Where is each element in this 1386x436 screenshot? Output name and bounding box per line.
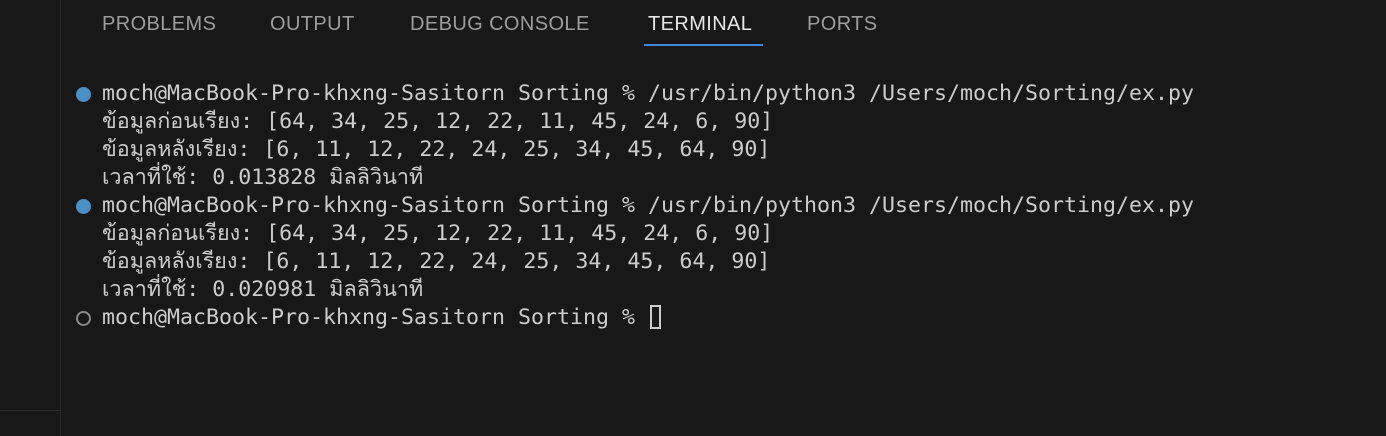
divider — [0, 410, 60, 411]
panel-tab-bar: PROBLEMS OUTPUT DEBUG CONSOLE TERMINAL P… — [61, 0, 1386, 48]
command-success-decoration-icon[interactable] — [76, 199, 91, 214]
command-pending-decoration-icon[interactable] — [76, 311, 91, 326]
prompt-text: moch@MacBook-Pro-khxng-Sasitorn Sorting … — [102, 305, 649, 330]
output-line: ข้อมูลหลังเรียง: [6, 11, 12, 22, 24, 25,… — [102, 137, 771, 162]
tab-problems[interactable]: PROBLEMS — [102, 12, 216, 36]
output-line: ข้อมูลก่อนเรียง: [64, 34, 25, 12, 22, 11… — [102, 109, 774, 134]
current-prompt-line[interactable]: moch@MacBook-Pro-khxng-Sasitorn Sorting … — [102, 304, 662, 332]
active-tab-indicator — [644, 44, 763, 46]
text-cursor — [650, 305, 662, 329]
output-line: ข้อมูลก่อนเรียง: [64, 34, 25, 12, 22, 11… — [102, 221, 774, 246]
command-line: moch@MacBook-Pro-khxng-Sasitorn Sorting … — [102, 81, 1195, 106]
command-success-decoration-icon[interactable] — [76, 87, 91, 102]
command-line: moch@MacBook-Pro-khxng-Sasitorn Sorting … — [102, 193, 1195, 218]
activity-bar-edge — [0, 0, 61, 436]
output-line: ข้อมูลหลังเรียง: [6, 11, 12, 22, 24, 25,… — [102, 249, 771, 274]
tab-output[interactable]: OUTPUT — [270, 12, 355, 36]
tab-debug-console[interactable]: DEBUG CONSOLE — [410, 12, 590, 36]
tab-ports[interactable]: PORTS — [807, 12, 878, 36]
output-line: เวลาที่ใช้: 0.020981 มิลลิวินาที — [102, 277, 424, 302]
tab-terminal[interactable]: TERMINAL — [648, 12, 752, 36]
bottom-panel: PROBLEMS OUTPUT DEBUG CONSOLE TERMINAL P… — [61, 0, 1386, 436]
vscode-panel-region: PROBLEMS OUTPUT DEBUG CONSOLE TERMINAL P… — [0, 0, 1386, 436]
output-line: เวลาที่ใช้: 0.013828 มิลลิวินาที — [102, 165, 424, 190]
